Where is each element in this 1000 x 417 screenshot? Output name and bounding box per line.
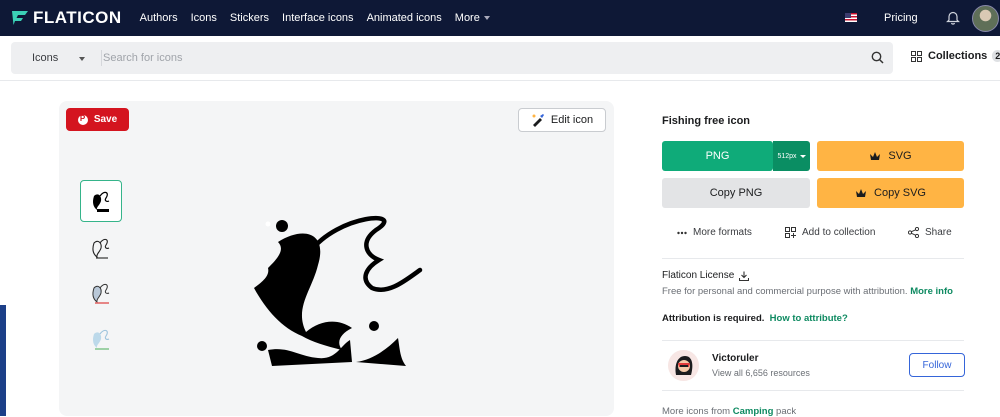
- license-text: Free for personal and commercial purpose…: [662, 286, 908, 297]
- main-nav: Authors Icons Stickers Interface icons A…: [140, 12, 503, 24]
- search-row: Icons Collections 2: [0, 36, 1000, 81]
- download-png-button[interactable]: PNG: [662, 141, 773, 171]
- share-button[interactable]: Share: [908, 227, 952, 238]
- author-name[interactable]: Victoruler: [712, 353, 759, 364]
- nav-icons[interactable]: Icons: [191, 12, 217, 24]
- attribution-notice: Attribution is required. How to attribut…: [662, 313, 848, 324]
- nav-animated-icons[interactable]: Animated icons: [367, 12, 442, 24]
- style-thumbnail-lineal-color[interactable]: [80, 272, 122, 314]
- add-to-collection-label: Add to collection: [802, 227, 876, 238]
- search-icon[interactable]: [871, 51, 884, 64]
- divider: [662, 340, 964, 341]
- license-title: Flaticon License: [662, 270, 750, 281]
- us-flag-icon[interactable]: [845, 13, 857, 22]
- grid-icon: [911, 50, 922, 62]
- download-icon[interactable]: [739, 271, 750, 281]
- license-description: Free for personal and commercial purpose…: [662, 286, 953, 297]
- fishing-outline-icon: [92, 238, 110, 259]
- crown-icon: [856, 189, 867, 197]
- bell-icon[interactable]: [946, 10, 960, 25]
- add-to-collection-button[interactable]: Add to collection: [785, 227, 875, 238]
- fishing-main-icon: [254, 215, 423, 366]
- nav-more[interactable]: More: [455, 12, 490, 24]
- edit-icon-label: Edit icon: [550, 114, 594, 126]
- nav-stickers[interactable]: Stickers: [230, 12, 269, 24]
- copy-svg-label: Copy SVG: [874, 187, 926, 199]
- search-input[interactable]: [103, 48, 843, 68]
- author-avatar[interactable]: [668, 350, 699, 381]
- divider: [662, 390, 964, 391]
- fishing-flat-icon: [93, 329, 110, 350]
- nav-authors[interactable]: Authors: [140, 12, 178, 24]
- more-pack-suffix: pack: [776, 406, 797, 417]
- collections-button[interactable]: Collections 2: [911, 50, 1000, 62]
- edit-icon-button[interactable]: Edit icon: [518, 108, 606, 132]
- collections-count-badge: 2: [992, 50, 1000, 62]
- png-size-label: 512px: [777, 152, 797, 160]
- more-info-link[interactable]: More info: [910, 286, 953, 297]
- download-svg-button[interactable]: SVG: [817, 141, 964, 171]
- nav-pricing[interactable]: Pricing: [884, 12, 918, 24]
- crown-icon: [870, 152, 881, 160]
- icon-title: Fishing free icon: [662, 115, 751, 127]
- style-thumbnail-lineal[interactable]: [80, 227, 122, 269]
- more-formats-button[interactable]: More formats: [677, 227, 752, 238]
- ellipsis-icon: [677, 231, 687, 234]
- collection-add-icon: [785, 227, 796, 238]
- save-label: Save: [93, 114, 118, 125]
- side-feedback-tab[interactable]: [0, 305, 6, 416]
- user-avatar[interactable]: [972, 5, 999, 32]
- attribution-text: Attribution is required.: [662, 313, 765, 324]
- search-type-selector[interactable]: Icons: [32, 52, 58, 64]
- chevron-down-icon[interactable]: [79, 57, 85, 61]
- more-from-pack: More icons from Camping pack: [662, 406, 796, 417]
- more-pack-prefix: More icons from: [662, 406, 731, 417]
- pinterest-icon: [77, 114, 88, 125]
- search-bar: Icons: [11, 42, 893, 74]
- share-icon: [908, 227, 919, 238]
- fishing-thumbnail-icon: [93, 191, 110, 212]
- flaticon-logo-icon: [12, 11, 28, 25]
- pack-link[interactable]: Camping: [733, 406, 774, 417]
- fishing-color-outline-icon: [92, 283, 110, 304]
- pinterest-save-button[interactable]: Save: [66, 108, 129, 131]
- style-thumbnail-glyph[interactable]: [80, 180, 122, 222]
- more-formats-label: More formats: [693, 227, 752, 238]
- top-navigation-bar: FLATICON Authors Icons Stickers Interfac…: [0, 0, 1000, 36]
- author-resources[interactable]: View all 6,656 resources: [712, 368, 810, 378]
- copy-svg-button[interactable]: Copy SVG: [817, 178, 964, 208]
- divider: [662, 258, 964, 259]
- png-size-dropdown[interactable]: 512px: [773, 141, 810, 171]
- collections-label: Collections: [928, 50, 988, 62]
- logo-text: FLATICON: [33, 8, 122, 27]
- brush-icon: [532, 114, 544, 127]
- flaticon-logo[interactable]: FLATICON: [12, 8, 122, 28]
- share-label: Share: [925, 227, 952, 238]
- license-title-text: Flaticon License: [662, 270, 735, 281]
- copy-png-button[interactable]: Copy PNG: [662, 178, 810, 208]
- nav-interface-icons[interactable]: Interface icons: [282, 12, 354, 24]
- svg-label: SVG: [888, 150, 912, 162]
- how-to-attribute-link[interactable]: How to attribute?: [770, 313, 848, 324]
- style-thumbnail-flat[interactable]: [80, 318, 122, 360]
- search-divider: [101, 50, 102, 66]
- author-logo-icon: [668, 350, 699, 381]
- follow-button[interactable]: Follow: [909, 353, 965, 377]
